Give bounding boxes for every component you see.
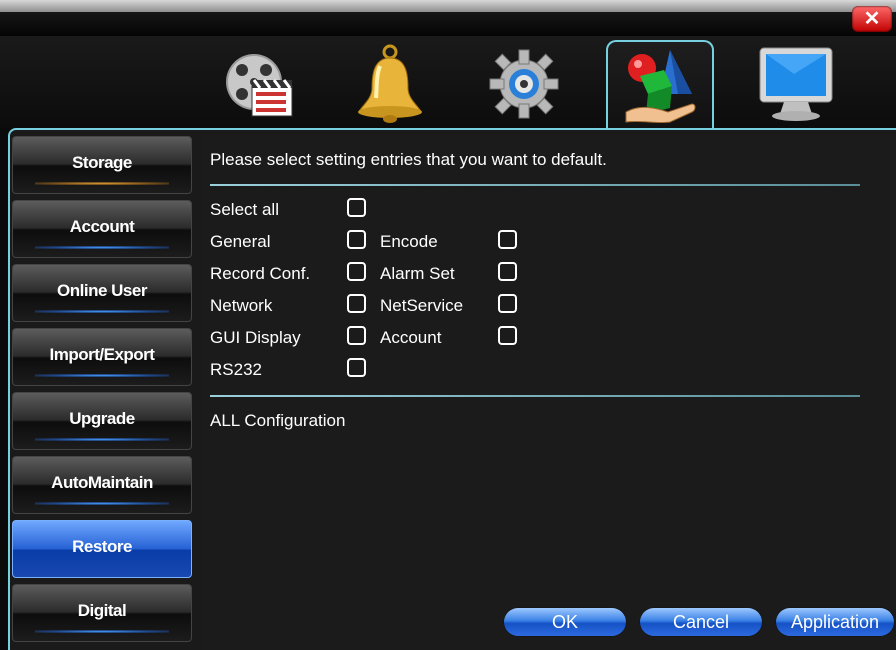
encode-label: Encode — [380, 232, 438, 251]
cancel-button[interactable]: Cancel — [640, 608, 762, 636]
sidebar-item-label: Upgrade — [69, 409, 135, 428]
sidebar-item-glow — [35, 374, 169, 377]
sidebar-item-automaintain[interactable]: AutoMaintain — [12, 456, 192, 514]
close-button[interactable]: ✕ — [852, 6, 892, 32]
sidebar-item-glow — [35, 246, 169, 249]
sidebar-item-label: Account — [69, 217, 135, 236]
restore-dialog: ✕ Storage Account Online User Import/Exp… — [0, 0, 896, 650]
gear-icon — [489, 49, 559, 119]
general-checkbox[interactable] — [347, 230, 366, 249]
sidebar-item-digital[interactable]: Digital — [12, 584, 192, 642]
network-checkbox[interactable] — [347, 294, 366, 313]
sidebar-item-label: Storage — [72, 153, 132, 172]
sidebar-item-label: AutoMaintain — [51, 473, 153, 492]
shapes-hand-icon — [625, 50, 696, 124]
instruction-text: Please select setting entries that you w… — [210, 150, 607, 169]
sidebar-item-import-export[interactable]: Import/Export — [12, 328, 192, 386]
gui-display-checkbox[interactable] — [347, 326, 366, 345]
sidebar-item-glow — [35, 438, 169, 441]
netservice-checkbox[interactable] — [498, 294, 517, 313]
tab-alarm[interactable] — [338, 40, 442, 126]
rs232-label: RS232 — [210, 360, 262, 379]
sidebar-item-label: Digital — [77, 601, 127, 620]
rs232-checkbox[interactable] — [347, 358, 366, 377]
title-stripe — [0, 0, 896, 12]
sidebar-item-glow — [35, 182, 169, 185]
sidebar-item-account[interactable]: Account — [12, 200, 192, 258]
select-all-checkbox[interactable] — [347, 198, 366, 217]
sidebar-item-upgrade[interactable]: Upgrade — [12, 392, 192, 450]
bell-icon — [358, 44, 422, 123]
sidebar-item-glow — [35, 630, 169, 633]
sidebar-item-storage[interactable]: Storage — [12, 136, 192, 194]
encode-checkbox[interactable] — [498, 230, 517, 249]
divider-bottom — [210, 395, 860, 397]
title-bar: ✕ — [0, 0, 896, 37]
alarm-set-checkbox[interactable] — [498, 262, 517, 281]
ok-button[interactable]: OK — [504, 608, 626, 636]
account-label: Account — [380, 328, 442, 347]
tab-record[interactable] — [206, 40, 310, 126]
tab-info[interactable] — [742, 40, 846, 126]
alarm-set-label: Alarm Set — [380, 264, 455, 283]
sidebar-item-glow — [35, 502, 169, 505]
sidebar-item-online-user[interactable]: Online User — [12, 264, 192, 322]
application-button[interactable]: Application — [776, 608, 894, 636]
sidebar-item-label: Import/Export — [49, 345, 155, 364]
sidebar-item-glow — [35, 310, 169, 313]
tab-bar — [0, 36, 896, 128]
all-configuration-text: ALL Configuration — [210, 411, 346, 430]
record-conf-label: Record Conf. — [210, 264, 311, 283]
sidebar-item-restore[interactable]: Restore — [12, 520, 192, 578]
content-panel: Please select setting entries that you w… — [202, 134, 896, 650]
select-all-label: Select all — [210, 200, 279, 219]
network-label: Network — [210, 296, 273, 315]
sidebar: Storage Account Online User Import/Expor… — [12, 132, 196, 650]
sidebar-item-label: Online User — [57, 281, 147, 300]
account-checkbox[interactable] — [498, 326, 517, 345]
sidebar-item-label: Restore — [72, 537, 132, 556]
record-conf-checkbox[interactable] — [347, 262, 366, 281]
tab-advanced[interactable] — [606, 40, 714, 128]
film-clapboard-icon — [226, 54, 293, 117]
netservice-label: NetService — [380, 296, 464, 315]
monitor-icon — [759, 47, 833, 121]
gui-display-label: GUI Display — [210, 328, 301, 347]
general-label: General — [210, 232, 271, 251]
divider-top — [210, 184, 860, 186]
tab-system[interactable] — [472, 40, 576, 126]
